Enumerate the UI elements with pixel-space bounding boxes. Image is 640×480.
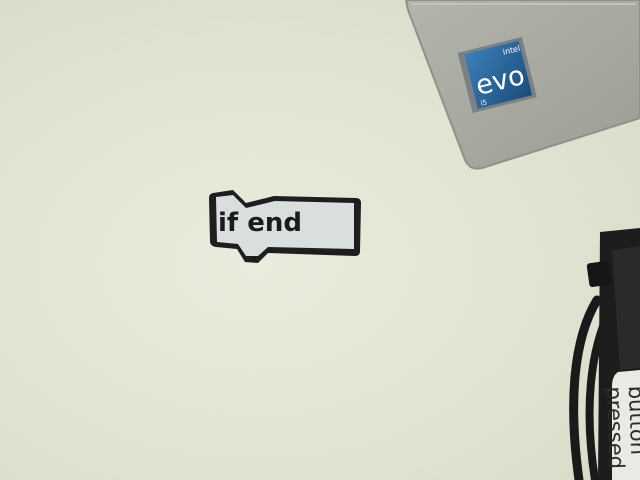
if-end-label: if end <box>218 208 302 238</box>
photo-scene: intel evo i5 if end button pressed <box>209 0 640 480</box>
if-end-coding-block[interactable]: if end <box>209 190 361 263</box>
card-line-2: pressed <box>602 386 629 469</box>
